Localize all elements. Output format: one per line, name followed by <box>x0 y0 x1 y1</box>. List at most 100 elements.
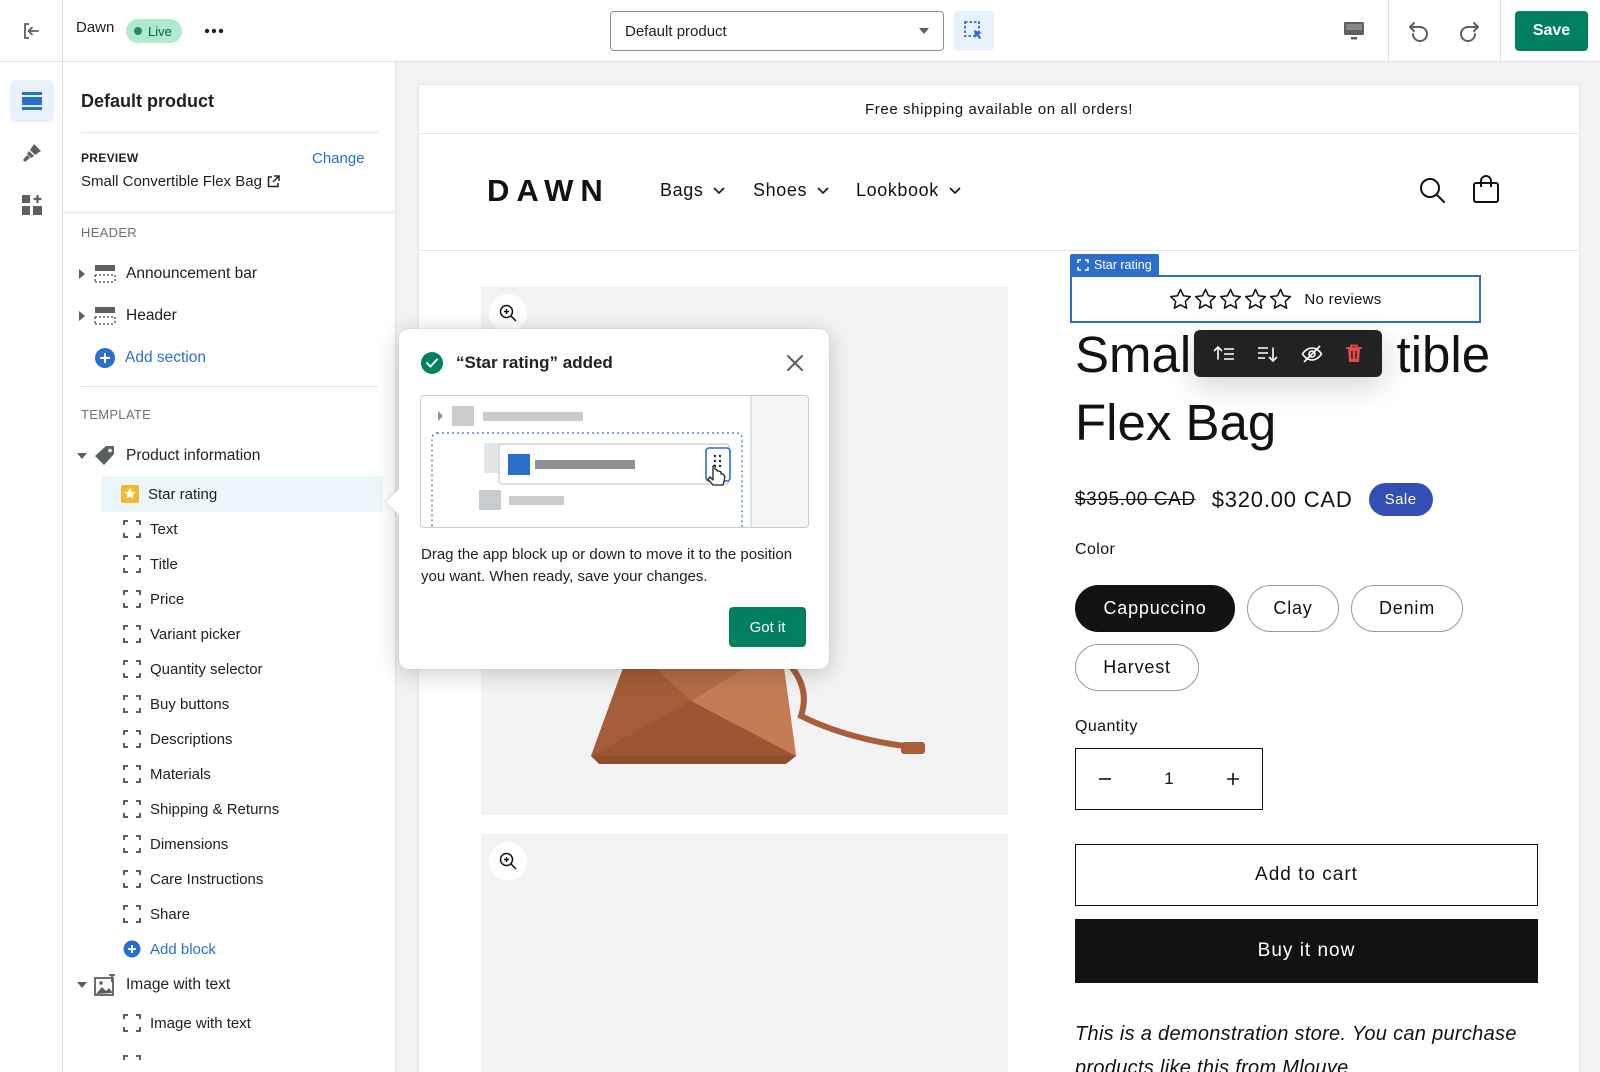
section-label: Product information <box>126 447 261 464</box>
block-icon <box>1077 258 1089 271</box>
save-button[interactable]: Save <box>1515 11 1588 51</box>
chevron-down-icon <box>949 186 961 194</box>
divider <box>81 386 378 387</box>
block-label: Price <box>150 590 185 608</box>
section-announcement-bar[interactable]: Announcement bar <box>77 257 257 291</box>
product-image-2[interactable] <box>481 834 1008 1072</box>
caret-down-icon <box>77 980 87 990</box>
theme-settings-tab[interactable] <box>10 132 54 174</box>
block-quantity-selector[interactable]: Quantity selector <box>123 652 263 686</box>
sections-tab[interactable] <box>10 80 54 122</box>
block-icon <box>123 730 141 748</box>
block-label: Shipping & Returns <box>150 800 280 818</box>
nav-lookbook[interactable]: Lookbook <box>856 180 961 201</box>
close-icon <box>787 355 803 371</box>
star-rating-block[interactable]: No reviews <box>1070 275 1481 323</box>
block-price[interactable]: Price <box>123 582 184 616</box>
theme-name: Dawn <box>76 19 115 36</box>
block-label: Title <box>150 555 178 573</box>
block-descriptions[interactable]: Descriptions <box>123 722 233 756</box>
preview-product-link[interactable]: Small Convertible Flex Bag <box>81 173 280 190</box>
description-line: products like this from Mlouye <box>1075 1057 1349 1072</box>
block-buy-buttons[interactable]: Buy buttons <box>123 687 229 721</box>
description-line: This is a demonstration store. You can p… <box>1075 1023 1517 1045</box>
price-original: $395.00 CAD <box>1075 488 1196 510</box>
nav-shoes[interactable]: Shoes <box>753 180 829 201</box>
block-label: Image with text <box>150 1014 251 1032</box>
live-dot-icon <box>134 27 142 35</box>
zoom-button[interactable] <box>489 842 527 880</box>
minus-icon[interactable] <box>1098 772 1112 786</box>
change-preview-link[interactable]: Change <box>312 150 365 167</box>
buy-now-button[interactable]: Buy it now <box>1075 919 1538 983</box>
store-logo[interactable]: DAWN <box>487 173 610 209</box>
editor-icon-rail <box>0 62 63 1072</box>
section-header[interactable]: Header <box>77 299 177 333</box>
nav-bags[interactable]: Bags <box>660 180 726 201</box>
nav-label: Bags <box>660 180 704 200</box>
block-star-rating[interactable]: Star rating <box>121 477 217 511</box>
move-down-icon[interactable] <box>1257 344 1279 364</box>
got-it-button[interactable]: Got it <box>729 607 806 647</box>
preview-product-name: Small Convertible Flex Bag <box>81 173 262 190</box>
desktop-view-button[interactable] <box>1336 16 1372 46</box>
section-image-with-text[interactable]: Image with text <box>77 968 230 1002</box>
cart-button[interactable] <box>1472 174 1500 209</box>
color-option-cappuccino[interactable]: Cappuccino <box>1075 585 1235 632</box>
redo-button[interactable] <box>1452 16 1486 46</box>
star-rating-block-tag: Star rating <box>1070 254 1159 275</box>
block-materials[interactable]: Materials <box>123 757 211 791</box>
block-image-with-text[interactable]: Image with text <box>123 1006 251 1040</box>
add-section-button[interactable]: Add section <box>93 341 206 375</box>
color-option-clay[interactable]: Clay <box>1247 585 1339 632</box>
app-blocks-icon <box>22 195 42 215</box>
block-title[interactable]: Title <box>123 547 178 581</box>
star-outline-icon <box>1195 288 1217 309</box>
block-share[interactable]: Share <box>123 897 190 931</box>
template-select[interactable]: Default product <box>610 11 944 51</box>
exit-button[interactable] <box>0 0 63 62</box>
color-option-denim[interactable]: Denim <box>1351 585 1463 632</box>
move-up-icon[interactable] <box>1213 344 1235 364</box>
section-label: Announcement bar <box>126 265 257 282</box>
block-icon <box>123 660 141 678</box>
chevron-down-icon <box>713 186 726 194</box>
block-icon <box>123 1014 141 1032</box>
delete-icon[interactable] <box>1345 344 1363 364</box>
template-group-label: TEMPLATE <box>81 407 152 422</box>
add-to-cart-button[interactable]: Add to cart <box>1075 844 1538 906</box>
section-label: Image with text <box>126 976 231 993</box>
hide-icon[interactable] <box>1301 344 1323 364</box>
color-label: Color <box>1075 541 1116 558</box>
more-actions-button[interactable] <box>200 18 228 44</box>
block-label: Care Instructions <box>150 870 264 888</box>
app-embeds-tab[interactable] <box>10 184 54 226</box>
block-added-popover: “Star rating” added Drag the app block u… <box>386 329 829 669</box>
section-product-information[interactable]: Product information <box>77 439 260 473</box>
block-shipping-returns[interactable]: Shipping & Returns <box>123 792 279 826</box>
live-badge-label: Live <box>148 23 172 39</box>
sidebar-title: Default product <box>81 91 214 111</box>
block-label: Materials <box>150 765 211 783</box>
add-block-button[interactable]: Add block <box>123 932 216 966</box>
header-group-label: HEADER <box>81 225 137 240</box>
search-button[interactable] <box>1418 176 1446 209</box>
popover-title: “Star rating” added <box>456 353 613 372</box>
block-icon <box>123 870 141 888</box>
block-dimensions[interactable]: Dimensions <box>123 827 228 861</box>
color-option-harvest[interactable]: Harvest <box>1075 644 1199 691</box>
close-popover-button[interactable] <box>783 351 807 375</box>
plus-icon[interactable] <box>1226 772 1240 786</box>
star-outline-icon <box>1170 288 1192 309</box>
block-variant-picker[interactable]: Variant picker <box>123 617 241 651</box>
plus-circle-icon <box>93 347 117 369</box>
quantity-input[interactable]: 1 <box>1164 769 1173 789</box>
inspector-button[interactable] <box>954 11 994 51</box>
block-text[interactable]: Text <box>123 512 178 546</box>
undo-button[interactable] <box>1402 16 1436 46</box>
star-outline-icon <box>1270 288 1292 309</box>
preview-label: PREVIEW <box>81 151 139 165</box>
title-part: tible <box>1396 326 1491 383</box>
block-icon <box>123 800 141 818</box>
block-care-instructions[interactable]: Care Instructions <box>123 862 263 896</box>
